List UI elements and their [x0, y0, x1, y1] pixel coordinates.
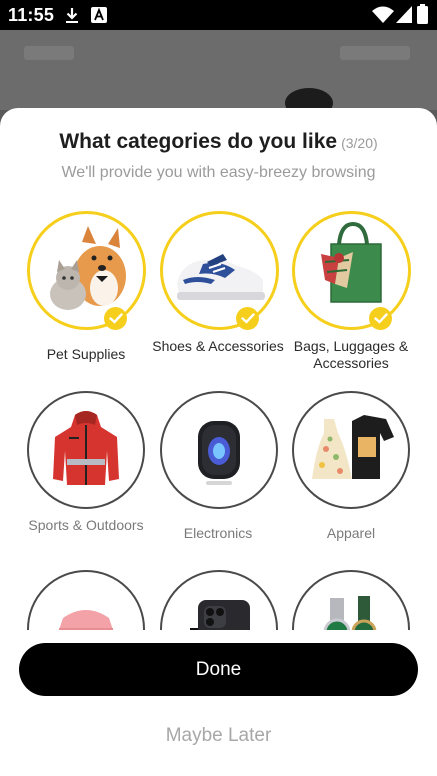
selected-check-icon — [236, 307, 259, 330]
bag-image — [321, 221, 382, 303]
category-label: Shoes & Accessories — [152, 338, 284, 354]
background-app-overlay — [0, 30, 437, 118]
maybe-later-link[interactable]: Maybe Later — [0, 725, 437, 747]
category-preference-sheet: What categories do you like (3/20) We'll … — [0, 108, 437, 776]
selection-counter: (3/20) — [341, 135, 378, 151]
category-image — [27, 211, 146, 330]
apparel-image — [312, 415, 394, 479]
category-image — [292, 570, 410, 630]
battery-icon — [417, 4, 428, 24]
category-image — [292, 391, 410, 509]
pet-image — [50, 226, 126, 310]
selected-check-icon — [104, 307, 127, 330]
shoes-image — [177, 254, 265, 300]
category-label: Electronics — [183, 525, 253, 541]
dialog-title: What categories do you like — [59, 130, 338, 153]
category-image — [160, 391, 278, 509]
category-image — [160, 211, 279, 330]
dialog-subtitle: We'll provide you with easy-breezy brows… — [61, 164, 376, 181]
category-image — [27, 570, 145, 630]
status-time: 11:55 — [8, 5, 55, 25]
font-icon — [91, 7, 107, 23]
dialog-title-row: What categories do you like (3/20) — [0, 130, 437, 154]
signal-icon — [396, 6, 412, 23]
bucket-hat-image — [59, 610, 113, 630]
watch-image — [323, 596, 377, 630]
category-image — [292, 211, 411, 330]
category-image — [160, 570, 278, 630]
done-button[interactable]: Done — [19, 643, 418, 696]
status-bar: 11:55 — [0, 0, 437, 30]
phone-image — [190, 600, 250, 630]
speaker-image — [198, 421, 240, 485]
download-icon — [66, 8, 78, 23]
selected-check-icon — [369, 307, 392, 330]
category-label: Sports & Outdoors — [28, 517, 144, 533]
wifi-icon — [372, 6, 394, 23]
category-label: Pet Supplies — [46, 346, 126, 362]
category-label: Apparel — [326, 525, 376, 541]
category-grid: Pet Supplies Shoes & Accessories Bags, L… — [0, 208, 437, 630]
category-label: Bags, Luggages & Accessories — [293, 338, 409, 371]
jacket-image — [53, 411, 119, 485]
category-image — [27, 391, 145, 509]
